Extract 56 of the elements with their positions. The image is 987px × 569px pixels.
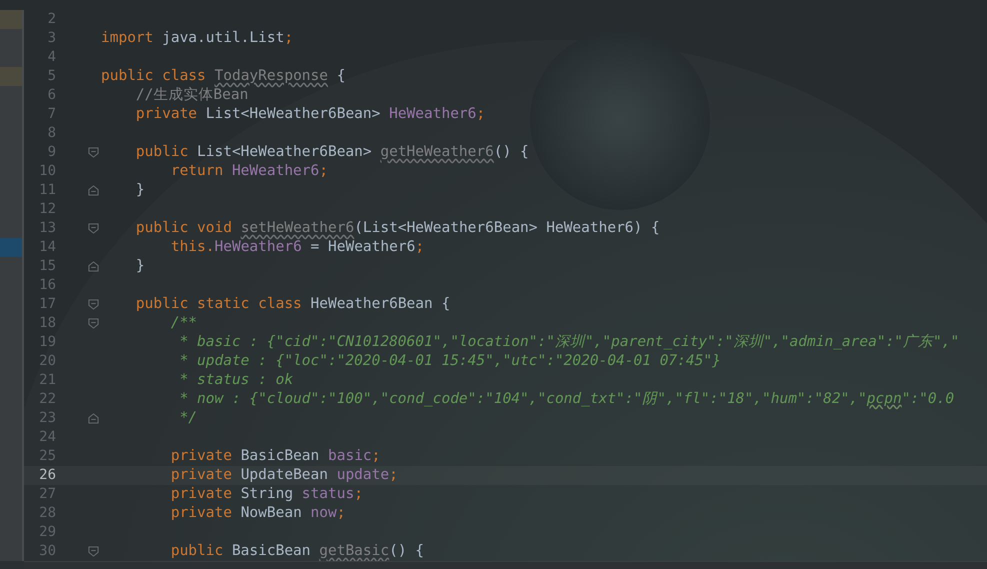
line-number: 3 <box>46 29 56 48</box>
fold-icon[interactable] <box>88 147 99 158</box>
fold-icon[interactable] <box>88 413 99 424</box>
line-number: 5 <box>46 67 56 86</box>
line-number: 9 <box>46 143 56 162</box>
line-number: 2 <box>46 10 56 29</box>
code-line: /** <box>170 314 198 333</box>
code-line: public List<HeWeather6Bean> getHeWeather6() { <box>134 143 530 162</box>
line-number: 16 <box>38 276 56 295</box>
code-line: * basic : {"cid":"CN101280601","location":"深圳","parent_city":"深圳","admin_area":"广东"," <box>178 333 960 352</box>
line-number: 19 <box>38 333 56 352</box>
line-number: 18 <box>38 314 56 333</box>
code-line: public static class HeWeather6Bean { <box>134 295 452 314</box>
line-number: 20 <box>38 352 56 371</box>
code-line: private List<HeWeather6Bean> HeWeather6; <box>134 105 486 124</box>
code-line: * status : ok <box>178 371 294 390</box>
fold-icon[interactable] <box>88 261 99 272</box>
code-line: private UpdateBean update; <box>170 466 399 485</box>
line-number: 15 <box>38 257 56 276</box>
line-number: 4 <box>46 48 56 67</box>
fold-icon[interactable] <box>88 185 99 196</box>
fold-icon[interactable] <box>88 223 99 234</box>
code-line: private NowBean now; <box>170 504 346 523</box>
code-line: import java.util.List; <box>101 29 294 48</box>
code-line: * now : {"cloud":"100","cond_code":"104","cond_txt":"阴","fl":"18","hum":"82","pcpn":"0.0 <box>178 390 956 409</box>
code-line: public class TodayResponse { <box>101 67 346 86</box>
code-line: } <box>134 257 146 276</box>
code-line: * update : {"loc":"2020-04-01 15:45","utc":"2020-04-01 07:45"} <box>178 352 722 371</box>
line-number: 6 <box>46 86 56 105</box>
line-number: 17 <box>38 295 56 314</box>
fold-icon[interactable] <box>88 299 99 310</box>
line-number: 14 <box>38 238 56 257</box>
side-panel-row <box>0 29 24 48</box>
side-panel-row <box>0 219 24 238</box>
code-line: public BasicBean getBasic() { <box>170 542 426 561</box>
side-panel-row <box>0 257 24 276</box>
fold-icon[interactable] <box>88 318 99 329</box>
line-number: 13 <box>38 219 56 238</box>
line-number: 11 <box>38 181 56 200</box>
fold-icon[interactable] <box>88 546 99 557</box>
code-line: public void setHeWeather6(List<HeWeather6Bean> HeWeather6) { <box>134 219 661 238</box>
code-line: this.HeWeather6 = HeWeather6; <box>170 238 426 257</box>
side-panel-row <box>0 542 24 561</box>
code-line: private BasicBean basic; <box>170 447 382 466</box>
line-number: 8 <box>46 124 56 143</box>
code-line: //生成实体Bean <box>134 86 250 105</box>
code-line: */ <box>178 409 198 428</box>
side-panel-row <box>0 48 24 67</box>
line-number: 10 <box>38 162 56 181</box>
line-number: 7 <box>46 105 56 124</box>
line-number: 26 <box>38 466 56 485</box>
code-line: return HeWeather6; <box>170 162 329 181</box>
code-line: private String status; <box>170 485 364 504</box>
line-number: 12 <box>38 200 56 219</box>
code-line: } <box>134 181 146 200</box>
side-panel-row <box>0 86 24 105</box>
